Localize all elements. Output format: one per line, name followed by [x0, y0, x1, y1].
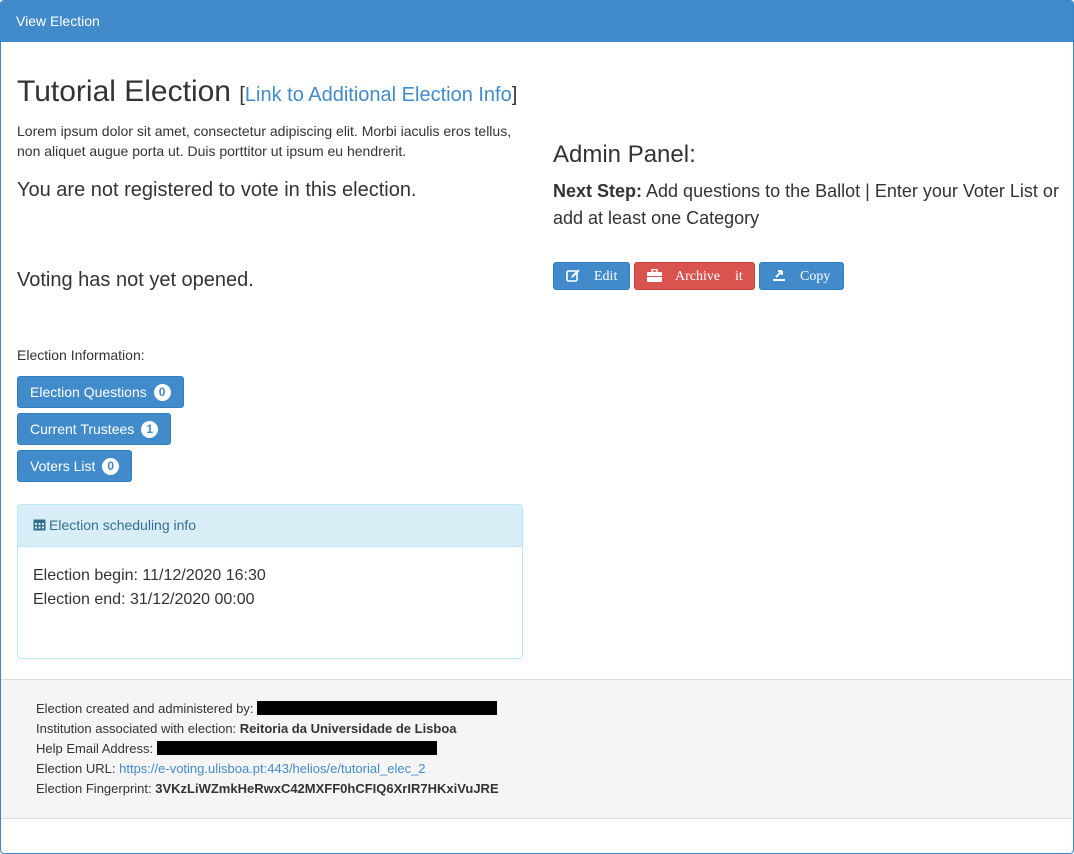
button-label: Current Trustees	[30, 421, 135, 437]
archive-suffix: it	[735, 269, 743, 284]
copy-label: Copy	[800, 269, 831, 284]
calendar-icon	[33, 519, 46, 531]
button-label: Election Questions	[30, 384, 147, 400]
redacted-email	[156, 741, 437, 755]
button-label: Voters List	[30, 458, 96, 474]
archive-button[interactable]: Archive it	[634, 262, 755, 290]
election-info-heading: Election Information:	[17, 347, 145, 363]
fingerprint-value: 3VKzLiWZmkHeRwxC42MXFF0hCFIQ6XrIR7HKxiVu…	[155, 781, 499, 796]
current-trustees-button[interactable]: Current Trustees 1	[17, 413, 172, 445]
help-email-line: Help Email Address:	[36, 741, 437, 756]
count-badge: 1	[141, 421, 159, 438]
count-badge: 0	[102, 458, 120, 475]
additional-info-link[interactable]: Link to Additional Election Info	[245, 84, 512, 106]
redacted-admin	[257, 701, 498, 715]
election-description: Lorem ipsum dolor sit amet, consectetur …	[17, 123, 512, 159]
copy-button[interactable]: Copy	[759, 262, 844, 290]
election-url-link[interactable]: https://e-voting.ulisboa.pt:443/helios/e…	[119, 761, 425, 776]
registration-status: You are not registered to vote in this e…	[17, 179, 417, 201]
scheduling-info-body: Election begin: 11/12/2020 16:30 Electio…	[18, 547, 522, 629]
panel-heading: View Election	[1, 1, 1073, 42]
election-footer: Election created and administered by: In…	[1, 679, 1072, 819]
archive-label: Archive	[675, 269, 721, 284]
election-url-line: Election URL: https://e-voting.ulisboa.p…	[36, 761, 426, 776]
briefcase-icon	[647, 269, 662, 282]
copy-icon	[773, 270, 785, 281]
election-end: Election end: 31/12/2020 00:00	[33, 591, 255, 608]
election-name: Tutorial Election	[17, 75, 231, 108]
next-step: Next Step: Add questions to the Ballot |…	[553, 178, 1063, 232]
election-begin: Election begin: 11/12/2020 16:30	[33, 567, 266, 584]
fingerprint-label: Election Fingerprint:	[36, 781, 152, 796]
election-questions-button[interactable]: Election Questions 0	[17, 376, 184, 408]
scheduling-heading-text: Election scheduling info	[49, 517, 197, 533]
voting-status: Voting has not yet opened.	[17, 269, 254, 291]
scheduling-info-panel: Election scheduling info Election begin:…	[17, 504, 523, 659]
created-by-line: Election created and administered by:	[36, 701, 498, 716]
institution-value: Reitoria da Universidade de Lisboa	[239, 721, 457, 736]
edit-button[interactable]: Edit	[553, 262, 630, 290]
url-label: Election URL:	[36, 761, 116, 776]
admin-panel-title: Admin Panel:	[553, 141, 696, 168]
fingerprint-line: Election Fingerprint: 3VKzLiWZmkHeRwxC42…	[36, 781, 499, 796]
count-badge: 0	[153, 384, 171, 401]
page-title: Tutorial Election [Link to Additional El…	[17, 75, 517, 109]
help-email-label: Help Email Address:	[36, 741, 154, 756]
voters-list-button[interactable]: Voters List 0	[17, 450, 133, 482]
scheduling-info-heading: Election scheduling info	[18, 505, 522, 547]
edit-icon	[566, 269, 580, 282]
institution-line: Institution associated with election: Re…	[36, 721, 457, 736]
bracket-close: ]	[511, 84, 518, 106]
institution-label: Institution associated with election:	[36, 721, 237, 736]
created-by-label: Election created and administered by:	[36, 701, 254, 716]
next-step-label: Next Step:	[553, 181, 643, 201]
edit-label: Edit	[594, 269, 618, 284]
